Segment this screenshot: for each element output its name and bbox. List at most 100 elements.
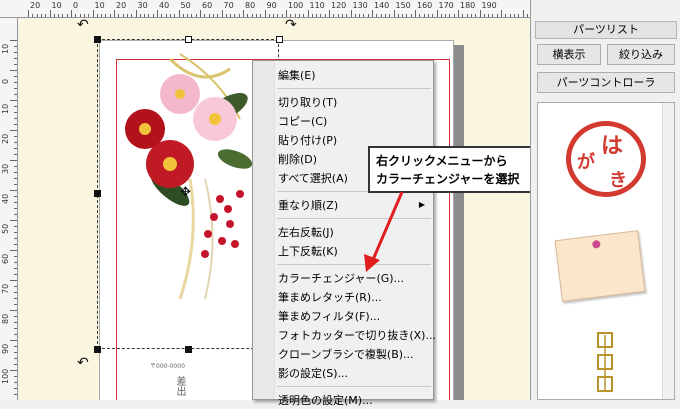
ruler-tick <box>62 14 64 17</box>
ruler-tick <box>247 14 249 17</box>
ruler-top-label: 80 <box>245 1 256 10</box>
ruler-tick <box>14 76 17 77</box>
parts-controller-button[interactable]: パーツコントローラ <box>537 72 675 93</box>
parts-list[interactable]: は が き <box>537 102 675 400</box>
rotate-handle-tl-icon[interactable]: ↶ <box>77 19 89 33</box>
menu-item-retouch[interactable]: 筆まめレタッチ(R)... <box>278 289 382 306</box>
ruler-tick <box>148 14 150 17</box>
resize-handle-l[interactable] <box>94 190 101 197</box>
ruler-tick <box>432 14 434 17</box>
ruler-tick <box>114 10 115 17</box>
filter-button[interactable]: 絞り込み <box>607 44 675 65</box>
ruler-top-label: 60 <box>202 1 213 10</box>
ruler-top-label: 10 <box>51 1 62 10</box>
menu-item-transparent[interactable]: 透明色の設定(M)... <box>278 392 373 409</box>
parts-panel: パーツリスト 横表示 絞り込み パーツコントローラ は が き <box>530 0 680 400</box>
resize-handle-b[interactable] <box>185 346 192 353</box>
ruler-tick <box>49 10 51 17</box>
ruler-tick <box>513 14 515 17</box>
ruler-tick <box>14 226 17 227</box>
ruler-tick <box>122 14 124 17</box>
menu-item-delete[interactable]: 削除(D) <box>278 151 317 168</box>
ruler-tick <box>10 370 17 371</box>
horizontal-view-button[interactable]: 横表示 <box>537 44 601 65</box>
ruler-tick <box>298 14 300 17</box>
ruler-tick <box>264 10 266 17</box>
resize-handle-t[interactable] <box>185 36 192 43</box>
rotate-handle-bl-icon[interactable]: ↶ <box>77 355 89 371</box>
ruler-tick <box>109 14 111 17</box>
ruler-tick <box>389 14 391 17</box>
menu-item-shadow[interactable]: 影の設定(S)... <box>278 365 348 382</box>
ruler-tick <box>178 10 180 17</box>
gold-ornament-part[interactable] <box>596 331 616 399</box>
rotate-handle-tr-icon[interactable]: ↷ <box>285 19 297 33</box>
ruler-tick <box>501 10 502 17</box>
ruler-top-label: 170 <box>438 1 454 10</box>
menu-item-filter[interactable]: 筆まめフィルタ(F)... <box>278 308 380 325</box>
menu-separator <box>277 88 431 89</box>
resize-handle-tr[interactable] <box>276 36 283 43</box>
ruler-tick <box>79 14 81 17</box>
menu-item-order[interactable]: 重なり順(Z) <box>278 197 338 214</box>
menu-item-photo-cutter[interactable]: フォトカッターで切り抜き(X)... <box>278 327 436 344</box>
ruler-tick <box>380 14 382 17</box>
menu-item-flip-vertical[interactable]: 上下反転(K) <box>278 243 338 260</box>
menu-item-edit[interactable]: 編集(E) <box>278 67 316 84</box>
ruler-top-label: 140 <box>374 1 390 10</box>
ruler-tick <box>230 14 232 17</box>
ruler-tick <box>10 280 17 281</box>
ruler-tick <box>152 14 154 17</box>
ruler-tick <box>96 14 98 17</box>
ruler-tick <box>144 14 146 17</box>
ruler-tick <box>157 10 158 17</box>
ruler-left-label: 20 <box>1 133 10 144</box>
ruler-top-label: 130 <box>352 1 368 10</box>
ruler-tick <box>243 10 244 17</box>
stamp-char-ga: が <box>577 152 595 173</box>
ruler-tick <box>509 14 511 17</box>
ruler-tick <box>14 82 17 83</box>
resize-handle-tl[interactable] <box>94 36 101 43</box>
ruler-tick <box>359 14 361 17</box>
ruler-tick <box>10 250 17 251</box>
ruler-left-label: 100 <box>1 368 10 384</box>
ruler-top: 20 10 0 10 20 30 40 50 60 70 80 90 100 110 120 130 140 15… <box>0 0 530 18</box>
ruler-tick <box>14 148 17 149</box>
ruler-tick <box>393 10 395 17</box>
ruler-tick <box>14 214 17 215</box>
ruler-tick <box>174 14 176 17</box>
ruler-tick <box>320 14 322 17</box>
memo-note-part[interactable] <box>554 230 646 302</box>
parts-list-scrollbar[interactable] <box>662 103 674 399</box>
ruler-left-label: 50 <box>1 223 10 234</box>
ruler-tick <box>118 14 120 17</box>
ruler-tick <box>333 14 335 17</box>
ruler-tick <box>350 10 352 17</box>
ruler-tick <box>14 352 17 353</box>
ruler-top-label: 40 <box>159 1 170 10</box>
menu-item-flip-horizontal[interactable]: 左右反転(J) <box>278 224 334 241</box>
menu-item-select-all[interactable]: すべて選択(A) <box>278 170 348 187</box>
ruler-tick <box>139 14 141 17</box>
callout-annotation: 右クリックメニューから カラーチェンジャーを選択 <box>368 146 554 193</box>
hagaki-stamp-part[interactable]: は が き <box>566 121 646 197</box>
menu-item-copy[interactable]: コピー(C) <box>278 113 327 130</box>
ruler-tick <box>415 10 416 17</box>
ruler-top-label: 0 <box>73 1 79 10</box>
ruler-tick <box>445 14 447 17</box>
ruler-tick <box>372 10 373 17</box>
ruler-tick <box>402 14 404 17</box>
ruler-tick <box>58 14 60 17</box>
ruler-left-label: 40 <box>1 193 10 204</box>
resize-handle-bl[interactable] <box>94 346 101 353</box>
ruler-tick <box>251 14 253 17</box>
menu-item-paste[interactable]: 貼り付け(P) <box>278 132 337 149</box>
ruler-tick <box>169 14 171 17</box>
ruler-top-label: 90 <box>266 1 277 10</box>
menu-item-cut[interactable]: 切り取り(T) <box>278 94 337 111</box>
ruler-tick <box>14 244 17 245</box>
move-cursor-icon: ✥ <box>180 185 191 200</box>
ruler-tick <box>126 14 128 17</box>
menu-item-clone-brush[interactable]: クローンブラシで複製(B)... <box>278 346 414 363</box>
